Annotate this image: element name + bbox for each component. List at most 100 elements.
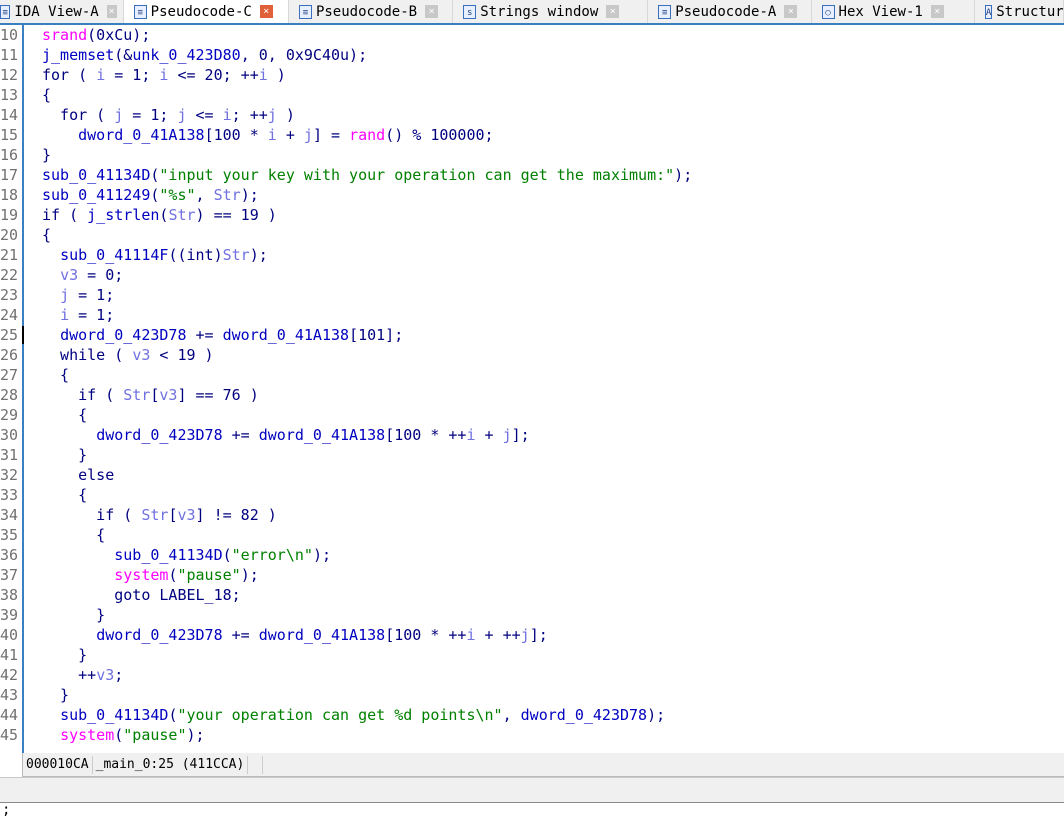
code-text[interactable]: { (42, 226, 51, 244)
code-text[interactable]: [100 * ++ (385, 426, 466, 444)
code-text[interactable]: = 1; (69, 306, 114, 324)
identifier[interactable]: dword_0_423D78 (96, 426, 222, 444)
code-text[interactable]: ((int) (168, 246, 222, 264)
code-line[interactable]: v3 = 0; (42, 265, 123, 285)
identifier[interactable]: j_memset (42, 46, 114, 64)
close-tab-icon[interactable]: × (784, 5, 798, 18)
code-text[interactable]: for ( (42, 66, 96, 84)
close-tab-icon[interactable]: × (259, 5, 273, 18)
identifier[interactable]: dword_0_41A138 (259, 626, 385, 644)
identifier[interactable]: dword_0_41A138 (259, 426, 385, 444)
code-line[interactable]: } (42, 145, 51, 165)
code-text[interactable]: [100 * (205, 126, 268, 144)
code-text[interactable] (42, 426, 96, 444)
variable[interactable]: Str (141, 506, 168, 524)
code-line[interactable]: else (42, 465, 114, 485)
code-text[interactable]: <= (187, 106, 223, 124)
variable[interactable]: i (96, 66, 105, 84)
code-text[interactable]: + (277, 126, 304, 144)
variable[interactable]: j (268, 106, 277, 124)
tab-ida-view-a[interactable]: ≡ IDA View-A × (0, 0, 124, 23)
identifier[interactable]: dword_0_423D78 (60, 326, 186, 344)
code-line[interactable]: { (42, 225, 51, 245)
identifier[interactable]: sub_0_41134D (114, 546, 222, 564)
code-text[interactable] (42, 626, 96, 644)
code-text[interactable]: ) == 19 ) (196, 206, 277, 224)
code-line[interactable]: sub_0_41134D("error\n"); (42, 545, 331, 565)
code-line[interactable]: { (42, 525, 105, 545)
code-line[interactable]: if ( Str[v3] != 82 ) (42, 505, 277, 525)
code-line[interactable]: j_memset(&unk_0_423D80, 0, 0x9C40u); (42, 45, 367, 65)
code-text[interactable]: , 0, 0x9C40u); (241, 46, 367, 64)
string-literal[interactable]: "your operation can get %d points\n" (177, 706, 502, 724)
code-text[interactable]: ; ++ (232, 106, 268, 124)
code-text[interactable] (42, 306, 60, 324)
tab-pseudocode-a[interactable]: ≡ Pseudocode-A × (648, 0, 812, 23)
code-text[interactable]: ) (277, 106, 295, 124)
code-text[interactable]: = 0; (78, 266, 123, 284)
identifier[interactable]: sub_0_41134D (60, 706, 168, 724)
variable[interactable]: i (259, 66, 268, 84)
code-text[interactable]: [100 * ++ (385, 626, 466, 644)
tab-pseudocode-c[interactable]: ≡ Pseudocode-C × (123, 0, 289, 23)
identifier[interactable]: dword_0_41A138 (78, 126, 204, 144)
code-text[interactable]: ] != 82 ) (196, 506, 277, 524)
code-text[interactable]: ); (241, 186, 259, 204)
function-call[interactable]: system (114, 566, 168, 584)
code-line[interactable]: { (42, 405, 87, 425)
identifier[interactable]: j_strlen (87, 206, 159, 224)
string-literal[interactable]: "input your key with your operation can … (159, 166, 674, 184)
code-text[interactable]: ); (313, 546, 331, 564)
code-text[interactable]: if ( (42, 206, 87, 224)
code-line[interactable]: dword_0_423D78 += dword_0_41A138[100 * +… (42, 425, 530, 445)
identifier[interactable]: unk_0_423D80 (132, 46, 240, 64)
code-line[interactable]: for ( i = 1; i <= 20; ++i ) (42, 65, 286, 85)
variable[interactable]: j (60, 286, 69, 304)
identifier[interactable]: dword_0_423D78 (521, 706, 647, 724)
pseudocode-view[interactable]: srand(0xCu); j_memset(&unk_0_423D80, 0, 0… (24, 25, 1064, 753)
code-text[interactable]: = 1; (105, 66, 159, 84)
code-text[interactable]: { (42, 406, 87, 424)
variable[interactable]: i (466, 626, 475, 644)
function-call[interactable]: srand (42, 26, 87, 44)
code-text[interactable]: = 1; (123, 106, 177, 124)
code-text[interactable]: else (42, 466, 114, 484)
code-text[interactable] (42, 726, 60, 744)
code-line[interactable]: dword_0_423D78 += dword_0_41A138[101]; (42, 325, 403, 345)
variable[interactable]: j (503, 426, 512, 444)
code-text[interactable]: for ( (42, 106, 114, 124)
code-text[interactable]: if ( (42, 386, 123, 404)
variable[interactable]: Str (223, 246, 250, 264)
variable[interactable]: Str (168, 206, 195, 224)
identifier[interactable]: sub_0_41114F (60, 246, 168, 264)
code-line[interactable]: sub_0_41114F((int)Str); (42, 245, 268, 265)
identifier[interactable]: dword_0_423D78 (96, 626, 222, 644)
variable[interactable]: i (268, 126, 277, 144)
code-text[interactable]: ]; (512, 426, 530, 444)
code-text[interactable] (42, 326, 60, 344)
tab-strings-window[interactable]: s Strings window × (453, 0, 649, 23)
code-text[interactable]: } (42, 446, 87, 464)
code-text[interactable] (42, 546, 114, 564)
code-text[interactable]: { (42, 486, 87, 504)
identifier[interactable]: sub_0_411249 (42, 186, 150, 204)
code-line[interactable]: if ( Str[v3] == 76 ) (42, 385, 259, 405)
code-line[interactable]: srand(0xCu); (42, 25, 150, 45)
close-tab-icon[interactable]: × (606, 5, 620, 18)
string-literal[interactable]: "error\n" (232, 546, 313, 564)
code-text[interactable] (42, 286, 60, 304)
code-text[interactable]: } (42, 606, 105, 624)
code-line[interactable]: } (42, 445, 87, 465)
code-line[interactable]: { (42, 85, 51, 105)
variable[interactable]: v3 (60, 266, 78, 284)
code-text[interactable] (42, 246, 60, 264)
code-text[interactable]: ++ (42, 666, 96, 684)
code-text[interactable] (42, 266, 60, 284)
code-text[interactable]: (& (114, 46, 132, 64)
code-text[interactable]: ; (114, 666, 123, 684)
code-line[interactable]: system("pause"); (42, 565, 259, 585)
code-line[interactable]: dword_0_423D78 += dword_0_41A138[100 * +… (42, 625, 548, 645)
tab-structures[interactable]: AStructures (975, 0, 1064, 23)
code-text[interactable]: ] == 76 ) (177, 386, 258, 404)
variable[interactable]: j (521, 626, 530, 644)
